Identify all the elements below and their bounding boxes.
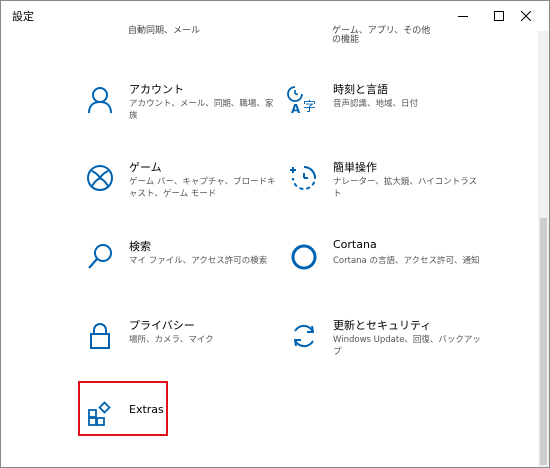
time-language-icon: A 字 [284,80,324,120]
tile-desc: ゲーム バー、キャプチャ、ブロードキャスト、ゲーム モード [129,177,276,199]
xbox-icon [80,158,120,198]
tile-time-language[interactable]: A 字 時刻と言語 音声認識、地域、日付 [284,80,484,140]
tile-name: アカウント [129,83,184,96]
svg-text:A: A [291,102,301,115]
tile-desc: 場所、カメラ、マイク [129,335,214,345]
window-title: 設定 [12,10,34,23]
tile-gaming[interactable]: ゲーム ゲーム バー、キャプチャ、ブロードキャスト、ゲーム モード [80,158,280,218]
tile-name: Cortana [333,238,377,251]
tile-name: 検索 [129,240,151,253]
sync-icon [284,316,324,356]
tile-update-security[interactable]: 更新とセキュリティ Windows Update、回復、バックアップ [284,316,484,376]
tile-ease-of-access[interactable]: 簡単操作 ナレーター、拡大鏡、ハイコントラスト [284,158,484,218]
tile-privacy[interactable]: プライバシー 場所、カメラ、マイク [80,316,280,376]
lock-icon [80,316,120,356]
search-icon [80,237,120,277]
minimize-icon [458,16,468,17]
tile-desc: Cortana の言語、アクセス許可、通知 [333,256,480,266]
ease-of-access-icon [284,158,324,198]
tile-accounts[interactable]: アカウント アカウント、メール、同期、職場、家族 [80,80,280,140]
tile-name: 更新とセキュリティ [333,319,432,332]
tile-name: 時刻と言語 [333,83,388,96]
cutoff-text-right-2: の機能 [332,35,360,45]
close-icon [521,11,531,21]
tile-name: プライバシー [129,319,195,332]
person-icon [80,80,120,120]
cutoff-text-left-1: 自動同期、メール [128,26,201,36]
tile-desc: 音声認識、地域、日付 [333,99,419,109]
scrollbar-thumb[interactable] [540,218,547,465]
highlight-box [78,381,168,436]
svg-text:字: 字 [303,100,316,115]
tile-desc: ナレーター、拡大鏡、ハイコントラスト [333,177,478,199]
tile-cortana[interactable]: Cortana Cortana の言語、アクセス許可、通知 [284,237,484,297]
close-button[interactable] [503,1,549,31]
tile-name: 簡単操作 [333,161,377,174]
title-bar: 設定 [1,1,549,31]
vertical-scrollbar[interactable] [538,31,549,467]
cortana-icon [284,237,324,277]
tile-desc: マイ ファイル、アクセス許可の検索 [129,256,268,266]
tile-name: ゲーム [129,161,162,174]
tile-desc: Windows Update、回復、バックアップ [333,335,481,357]
settings-window: 設定 ゲーム、アプリ、その他 の機能 自動同期、メール アカウント アカウント、… [0,0,550,468]
tile-desc: アカウント、メール、同期、職場、家族 [129,99,274,121]
tile-search[interactable]: 検索 マイ ファイル、アクセス許可の検索 [80,237,280,297]
